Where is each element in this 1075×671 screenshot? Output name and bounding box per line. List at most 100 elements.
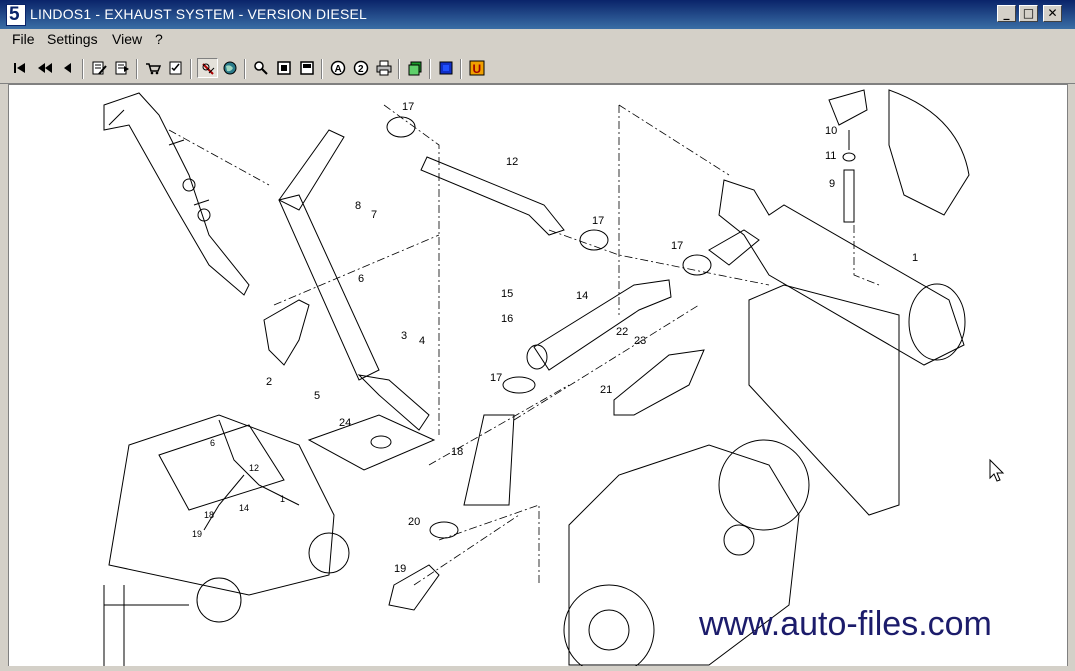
search-a-icon[interactable]: A [328, 58, 349, 78]
part-label: 3 [401, 330, 407, 342]
toolbar-separator [190, 59, 192, 79]
part-label: 19 [394, 563, 406, 575]
part-24-hole [370, 435, 392, 449]
svg-text:A: A [335, 64, 342, 75]
frame-bracket [103, 92, 250, 296]
part-12-flex-hose [420, 156, 565, 236]
engine-fan [718, 439, 810, 531]
menu-view[interactable]: View [112, 31, 142, 47]
leader-line [548, 229, 770, 286]
leader-line [853, 225, 880, 286]
part-17-clamp [386, 116, 416, 138]
status-bar [0, 666, 1075, 671]
part-1-muffler [718, 179, 965, 366]
part-10-bracket [828, 89, 868, 126]
part-label: 7 [371, 209, 377, 221]
toolbar: A 2 U [0, 55, 1075, 84]
part-label: 17 [490, 372, 502, 384]
inset-label: 1 [280, 494, 285, 504]
rear-housing [888, 89, 970, 216]
part-label: 21 [600, 384, 612, 396]
zoom-icon[interactable] [251, 58, 272, 78]
leader-line [438, 504, 540, 585]
toolbar-separator [136, 59, 138, 79]
fit-page-icon[interactable] [274, 58, 295, 78]
maximize-button[interactable]: □ [1019, 5, 1038, 22]
layer-icon[interactable] [405, 58, 426, 78]
toolbar-separator [429, 59, 431, 79]
part-11-nut [842, 152, 856, 162]
export-document-icon[interactable] [112, 58, 133, 78]
toolbar-separator [460, 59, 462, 79]
previous-icon[interactable] [58, 58, 79, 78]
color-icon[interactable] [436, 58, 457, 78]
inset-label: 14 [239, 503, 249, 513]
forklift-mast [103, 585, 189, 667]
inset-label: 12 [249, 463, 259, 473]
part-label: 16 [501, 313, 513, 325]
toolbar-separator [82, 59, 84, 79]
menu-file[interactable]: File [12, 31, 35, 47]
engine-filter [723, 524, 755, 556]
globe-icon[interactable] [220, 58, 241, 78]
part-label: 5 [314, 390, 320, 402]
part-label: 17 [592, 215, 604, 227]
leader-line [383, 104, 440, 435]
part-label: 1 [912, 252, 918, 264]
watermark: www.auto-files.com [699, 605, 992, 643]
engine-flywheel-hub [588, 609, 630, 651]
svg-text:2: 2 [358, 64, 364, 75]
menu-help[interactable]: ? [155, 31, 163, 47]
part-label: 15 [501, 288, 513, 300]
first-page-icon[interactable] [10, 58, 31, 78]
edit-document-icon[interactable] [89, 58, 110, 78]
part-17-clamp [579, 229, 609, 251]
frame-hole [182, 178, 196, 192]
part-label: 24 [339, 417, 351, 429]
diagram-canvas[interactable]: 1 2 3 4 5 6 7 8 9 10 11 12 14 15 16 17 1… [8, 84, 1068, 668]
pin-tool-icon[interactable] [197, 58, 218, 78]
part-label: 12 [506, 156, 518, 168]
part-label: 11 [825, 150, 836, 162]
part-17-clamp [682, 254, 712, 276]
inset-label: 19 [192, 529, 202, 539]
inset-label: 6 [210, 438, 215, 448]
leader-line [513, 304, 700, 421]
leader-line [428, 384, 570, 466]
window-title: LINDOS1 - EXHAUST SYSTEM - VERSION DIESE… [30, 6, 368, 22]
fit-width-icon[interactable] [297, 58, 318, 78]
engine-flywheel [563, 584, 655, 667]
part-9-spacer [843, 169, 855, 223]
unit-icon[interactable]: U [467, 58, 488, 78]
part-label: 4 [419, 335, 425, 347]
leader-line [618, 104, 730, 176]
part-label: 8 [355, 200, 361, 212]
part-label: 2 [266, 376, 272, 388]
part-label: 14 [576, 290, 588, 302]
search-2-icon[interactable]: 2 [351, 58, 372, 78]
part-label: 6 [358, 273, 364, 285]
part-label: 9 [829, 178, 835, 190]
previous-fast-icon[interactable] [35, 58, 56, 78]
part-label: 20 [408, 516, 420, 528]
leader-line [413, 514, 520, 586]
part-label: 17 [402, 101, 414, 113]
part-18-flex-pipe [463, 414, 515, 506]
part-label: 10 [825, 125, 837, 137]
toolbar-separator [398, 59, 400, 79]
checklist-icon[interactable] [166, 58, 187, 78]
inset-label: 18 [204, 510, 214, 520]
menu-settings[interactable]: Settings [47, 31, 98, 47]
cart-icon[interactable] [143, 58, 164, 78]
part-6-perforated-shield [278, 194, 380, 381]
part-14-pipe-end [526, 344, 548, 370]
minimize-button[interactable]: _ [997, 5, 1016, 22]
part-label: 18 [451, 446, 463, 458]
app-icon[interactable]: 5 [6, 4, 26, 26]
part-label: 23 [634, 335, 646, 347]
part-20-clamp [429, 521, 459, 539]
svg-text:U: U [473, 62, 482, 76]
close-button[interactable]: ✕ [1043, 5, 1062, 22]
part-label: 22 [616, 326, 628, 338]
print-icon[interactable] [374, 58, 395, 78]
